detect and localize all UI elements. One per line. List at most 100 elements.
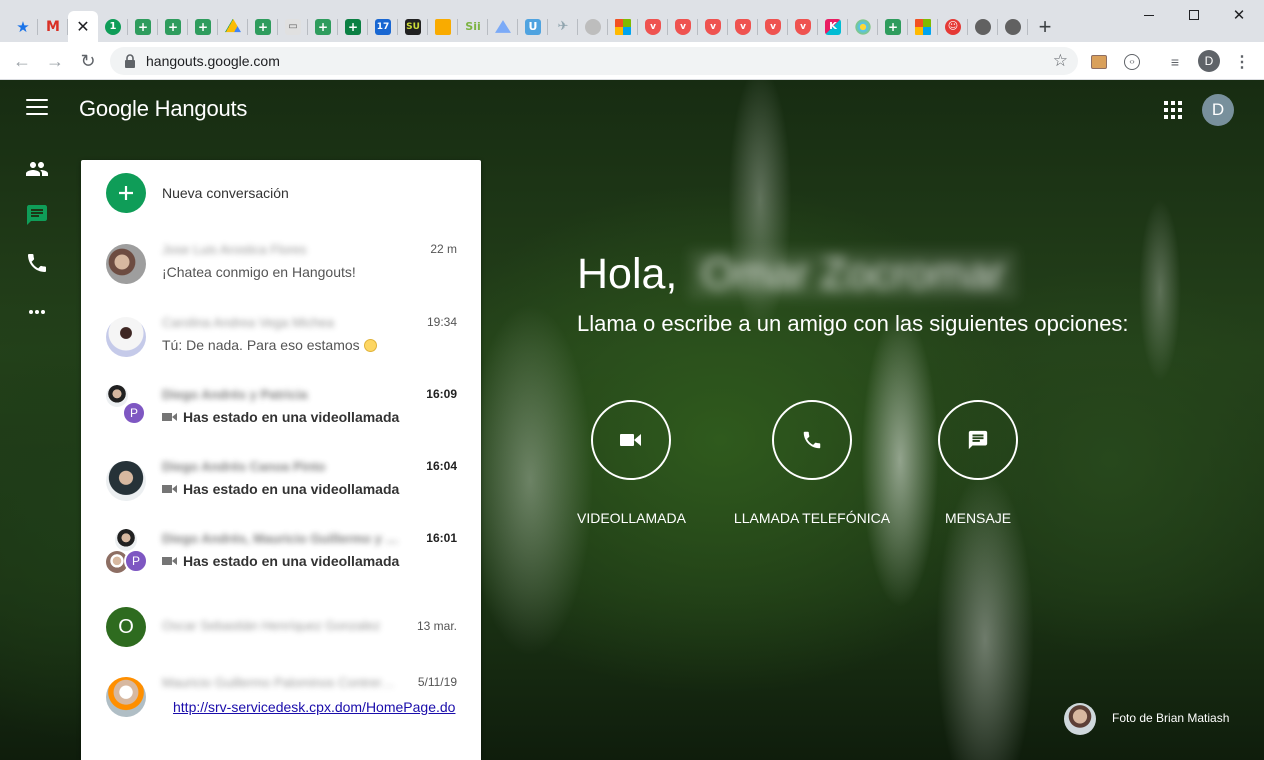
code-extension-icon: ‹› — [1124, 54, 1140, 70]
conversation-item[interactable]: O Oscar Sebastián Henríquez Gonzalez 13 … — [81, 600, 481, 672]
tab-globe-1[interactable] — [578, 11, 608, 42]
tab-u[interactable]: U — [518, 11, 548, 42]
phone-calls-rail-button[interactable] — [24, 250, 50, 276]
photographer-avatar — [1064, 703, 1096, 735]
conversation-item[interactable]: Jose Luis Arostica Flores 22 m ¡Chatea c… — [81, 237, 481, 309]
tab-pocket-1[interactable]: v — [638, 11, 668, 42]
tab-kahoot[interactable]: K — [818, 11, 848, 42]
photo-credit-text: Foto de Brian Matiash — [1112, 711, 1230, 725]
tab-flower[interactable] — [848, 11, 878, 42]
sheets-icon: + — [885, 18, 901, 35]
sheets-dark-icon: + — [345, 18, 361, 35]
tab-globe-2[interactable] — [968, 11, 998, 42]
video-call-button[interactable] — [591, 400, 671, 480]
tab-pocket-4[interactable]: v — [728, 11, 758, 42]
tab-hangouts-active[interactable]: ✕ — [68, 11, 98, 42]
tab-pocket-6[interactable]: v — [788, 11, 818, 42]
box-extension-icon — [1091, 55, 1107, 69]
tab-sheets-2[interactable]: + — [158, 11, 188, 42]
tab-pocket-3[interactable]: v — [698, 11, 728, 42]
message-text: Has estado en una videollamada — [183, 481, 400, 497]
tab-sheets-6[interactable]: + — [338, 11, 368, 42]
videocam-icon — [162, 411, 178, 423]
pocket-icon: v — [675, 18, 691, 35]
tab-windows-1[interactable] — [608, 11, 638, 42]
tab-globe-3[interactable] — [998, 11, 1028, 42]
address-bar[interactable]: hangouts.google.com ☆ — [110, 47, 1078, 75]
media-control[interactable]: ≡ — [1164, 51, 1186, 73]
main-menu-button[interactable] — [26, 99, 48, 115]
tab-sheets-5[interactable]: + — [308, 11, 338, 42]
contacts-rail-button[interactable] — [24, 156, 50, 182]
tab-1[interactable]: 1 — [98, 11, 128, 42]
more-rail-button[interactable] — [24, 299, 50, 325]
arrow-right-icon: → — [46, 50, 64, 71]
su-icon: SU — [405, 18, 421, 35]
browser-menu-button[interactable]: ⋮ — [1231, 51, 1253, 73]
google-apps-icon[interactable] — [1164, 101, 1182, 119]
tab-strip: ★ M ✕ 1 + + + + ▭ + + 17 SU Sii U ✈ v v … — [8, 11, 1062, 42]
tab-windows-2[interactable] — [908, 11, 938, 42]
tab-plane[interactable]: ✈ — [548, 11, 578, 42]
greeting-subtitle: Llama o escribe a un amigo con las sigui… — [577, 311, 1129, 336]
close-window-button[interactable]: ✕ — [1216, 0, 1262, 30]
phone-call-button[interactable] — [772, 400, 852, 480]
tab-drive[interactable] — [218, 11, 248, 42]
conversation-item[interactable]: Mauricio Guillermo Palominos Contrer… 5/… — [81, 670, 481, 742]
tab-drive-2[interactable] — [488, 11, 518, 42]
message-time: 5/11/19 — [417, 675, 457, 689]
sheets-icon: + — [135, 18, 151, 35]
pocket-icon: v — [735, 18, 751, 35]
tab-calendar[interactable]: 17 — [368, 11, 398, 42]
conversation-item[interactable]: P Diego Andrés, Mauricio Guillermo y Pat… — [81, 526, 481, 598]
tab-sheets-7[interactable]: + — [878, 11, 908, 42]
conversation-item[interactable]: P Diego Andrés y Patricia 16:09 Has esta… — [81, 382, 481, 454]
browser-profile-avatar[interactable]: D — [1198, 50, 1220, 72]
tab-keep[interactable] — [428, 11, 458, 42]
tab-book[interactable]: ▭ — [278, 11, 308, 42]
user-name-blurred: Omar Zocromar — [689, 250, 1017, 299]
message-link[interactable]: http://srv-servicedesk.cpx.dom/HomePage.… — [173, 699, 457, 715]
tab-bookmark[interactable]: ★ — [8, 11, 38, 42]
minimize-button[interactable] — [1126, 0, 1172, 30]
contact-avatar — [106, 317, 146, 357]
photo-credit[interactable]: Foto de Brian Matiash — [1064, 703, 1244, 735]
extension-box[interactable] — [1088, 51, 1110, 73]
gmail-icon: M — [46, 18, 60, 35]
message-button[interactable] — [938, 400, 1018, 480]
kahoot-icon: K — [825, 18, 841, 35]
tab-smiley[interactable]: ☺ — [938, 11, 968, 42]
message-time: 16:09 — [426, 387, 457, 401]
close-tab-icon[interactable]: ✕ — [76, 17, 89, 37]
back-button[interactable]: ← — [10, 49, 34, 73]
extension-code[interactable]: ‹› — [1121, 51, 1143, 73]
message-label: MENSAJE — [944, 510, 1012, 526]
drive-icon — [225, 18, 241, 33]
conversations-rail-button[interactable] — [24, 202, 50, 228]
message-text: ¡Chatea conmigo en Hangouts! — [162, 264, 356, 280]
contact-avatar — [106, 461, 146, 501]
tab-sheets-4[interactable]: + — [248, 11, 278, 42]
tab-sheets-3[interactable]: + — [188, 11, 218, 42]
new-tab-button[interactable]: + — [1028, 11, 1062, 42]
forward-button[interactable]: → — [43, 49, 67, 73]
tab-sheets-1[interactable]: + — [128, 11, 158, 42]
tab-sii[interactable]: Sii — [458, 11, 488, 42]
pocket-icon: v — [795, 18, 811, 35]
new-conversation-button[interactable]: Nueva conversación — [81, 160, 481, 224]
account-avatar[interactable]: D — [1202, 94, 1234, 126]
new-conversation-label: Nueva conversación — [162, 185, 289, 201]
bookmark-star-icon[interactable]: ☆ — [1053, 52, 1068, 70]
tab-gmail[interactable]: M — [38, 11, 68, 42]
conversation-item[interactable]: Carolina Andrea Vega Michea 19:34 Tú: De… — [81, 310, 481, 382]
contact-name: Mauricio Guillermo Palominos Contrer… — [162, 675, 395, 690]
maximize-button[interactable] — [1171, 0, 1217, 30]
tab-su[interactable]: SU — [398, 11, 428, 42]
tab-pocket-5[interactable]: v — [758, 11, 788, 42]
reload-button[interactable]: ↻ — [76, 49, 100, 73]
conversation-item[interactable]: Diego Andrés Canoa Pinto 16:04 Has estad… — [81, 454, 481, 526]
tab-pocket-2[interactable]: v — [668, 11, 698, 42]
people-icon — [26, 162, 48, 176]
contact-avatar: O — [106, 607, 146, 647]
phone-icon — [803, 431, 821, 449]
